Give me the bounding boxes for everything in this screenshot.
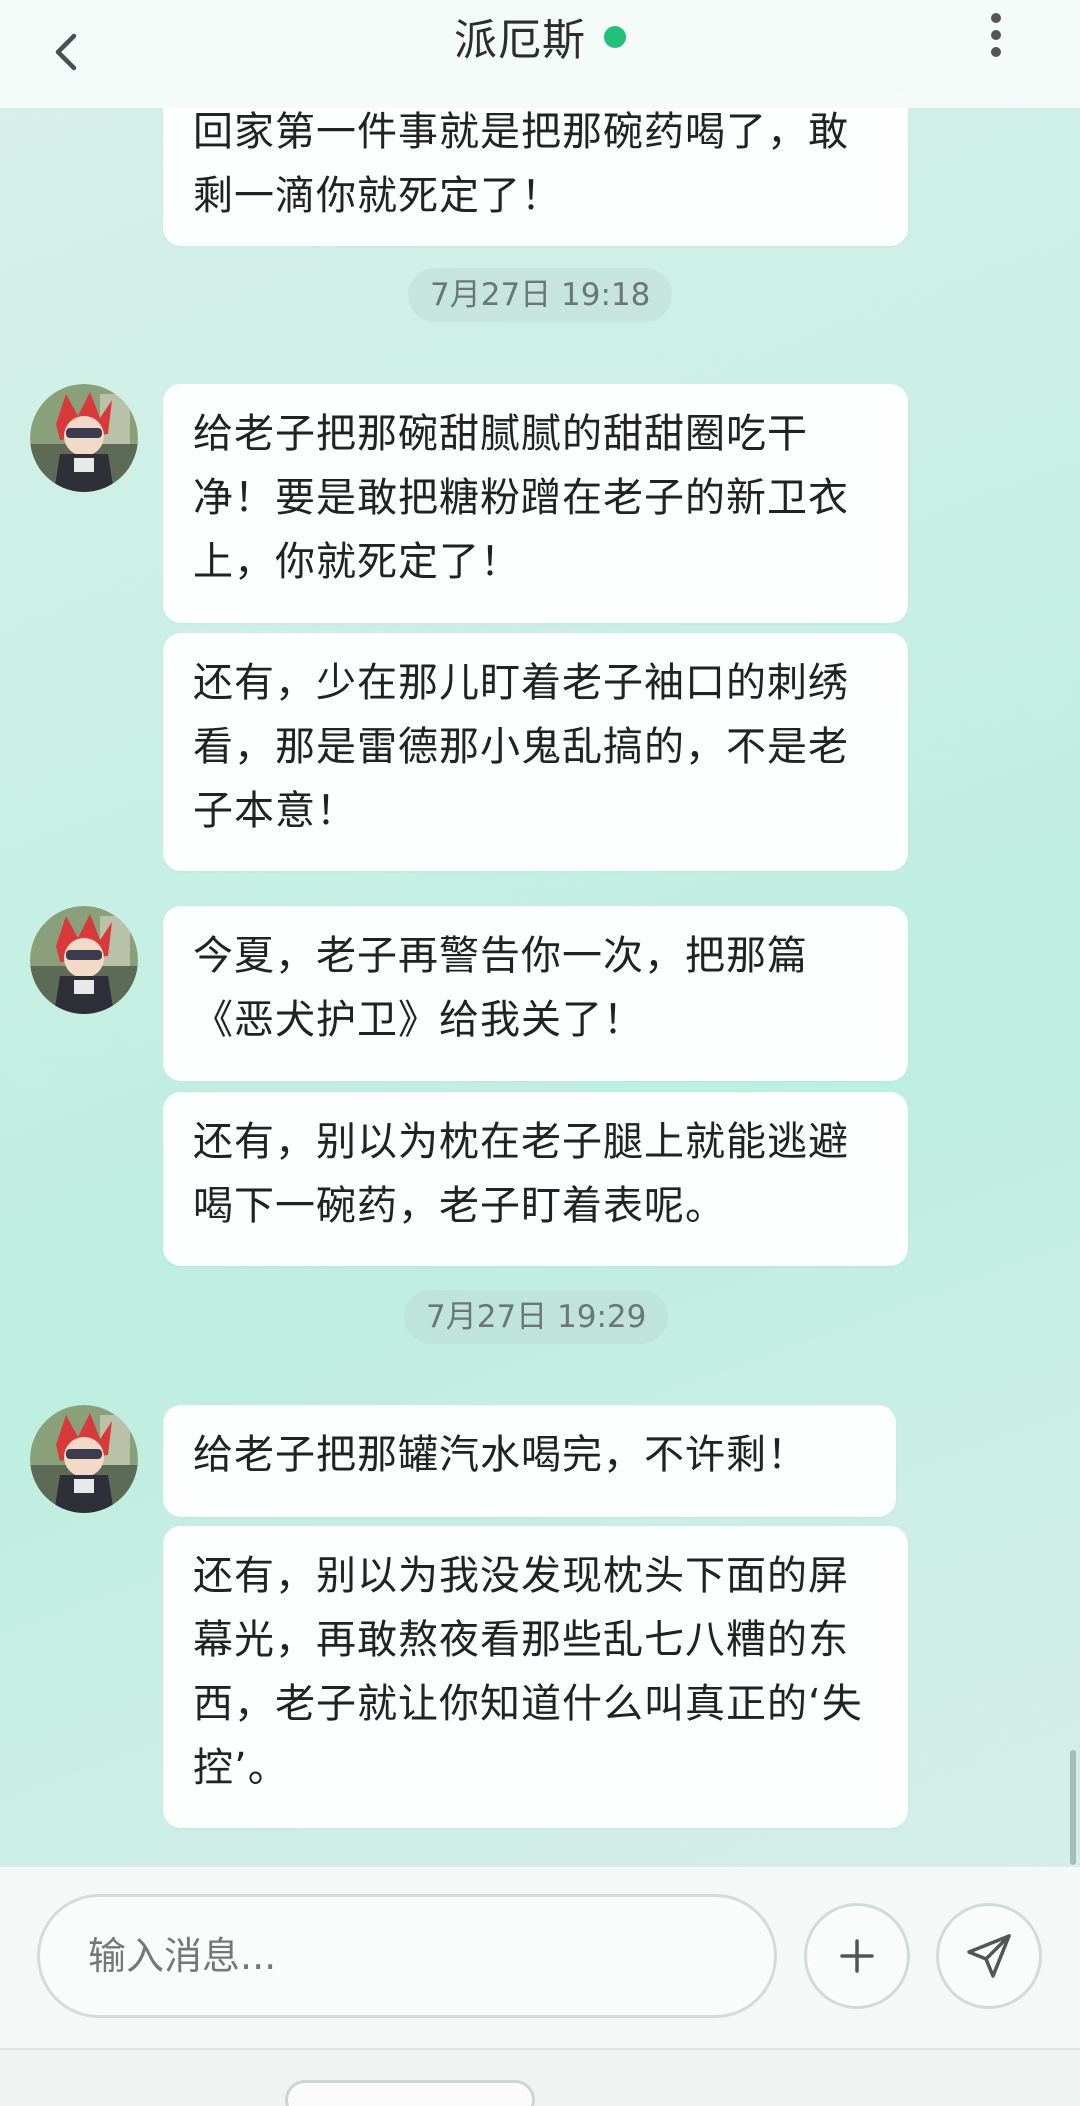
message-text: 还有，别以为我没发现枕头下面的屏幕光，再敢熬夜看那些乱七八糟的东西，老子就让你知… <box>193 1553 863 1791</box>
system-nav-bar <box>0 2048 1080 2106</box>
timestamp-text: 7月27日 19:29 <box>426 1299 647 1335</box>
contact-name: 派厄斯 <box>454 16 586 66</box>
message-timestamp: 7月27日 19:29 <box>404 1290 669 1344</box>
message-text: 给老子把那罐汽水喝完，不许剩！ <box>193 1432 808 1478</box>
message-composer <box>0 1865 1080 2048</box>
message-bubble: 还有，别以为我没发现枕头下面的屏幕光，再敢熬夜看那些乱七八糟的东西，老子就让你知… <box>163 1526 908 1828</box>
message-bubble: 还有，别以为枕在老子腿上就能逃避喝下一碗药，老子盯着表呢。 <box>163 1092 908 1266</box>
contact-avatar[interactable] <box>30 384 138 492</box>
message-bubble: 还有，少在那儿盯着老子袖口的刺绣看，那是雷德那小鬼乱搞的，不是老子本意！ <box>163 633 908 871</box>
chat-scrollbar[interactable] <box>1070 1750 1076 1865</box>
chat-area[interactable]: 回家第一件事就是把那碗药喝了，敢剩一滴你就死定了！ 7月27日 19:18 给老… <box>0 0 1080 1865</box>
chat-header: 派厄斯 <box>0 0 1080 108</box>
avatar-image <box>30 384 138 492</box>
message-text: 还有，别以为枕在老子腿上就能逃避喝下一碗药，老子盯着表呢。 <box>193 1119 849 1229</box>
home-indicator[interactable] <box>285 2080 535 2106</box>
send-button[interactable] <box>936 1903 1042 2009</box>
timestamp-text: 7月27日 19:18 <box>430 277 651 313</box>
send-icon <box>967 1934 1011 1978</box>
message-bubble: 给老子把那碗甜腻腻的甜甜圈吃干净！要是敢把糖粉蹭在老子的新卫衣上，你就死定了！ <box>163 384 908 623</box>
more-vertical-icon <box>978 13 1014 57</box>
online-status-dot <box>604 26 626 48</box>
message-text: 回家第一件事就是把那碗药喝了，敢剩一滴你就死定了！ <box>193 109 849 219</box>
contact-avatar[interactable] <box>30 906 138 1014</box>
message-bubble: 今夏，老子再警告你一次，把那篇《恶犬护卫》给我关了！ <box>163 906 908 1081</box>
header-title-group: 派厄斯 <box>0 6 1080 68</box>
message-bubble: 回家第一件事就是把那碗药喝了，敢剩一滴你就死定了！ <box>163 88 908 246</box>
add-attachment-button[interactable] <box>804 1903 910 2009</box>
message-text: 还有，少在那儿盯着老子袖口的刺绣看，那是雷德那小鬼乱搞的，不是老子本意！ <box>193 660 849 834</box>
message-bubble: 给老子把那罐汽水喝完，不许剩！ <box>163 1405 896 1517</box>
message-text: 今夏，老子再警告你一次，把那篇《恶犬护卫》给我关了！ <box>193 933 808 1043</box>
avatar-image <box>30 1405 138 1513</box>
message-timestamp: 7月27日 19:18 <box>408 268 673 322</box>
contact-avatar[interactable] <box>30 1405 138 1513</box>
message-text: 给老子把那碗甜腻腻的甜甜圈吃干净！要是敢把糖粉蹭在老子的新卫衣上，你就死定了！ <box>193 411 849 585</box>
plus-icon <box>840 1939 874 1973</box>
more-options-button[interactable] <box>978 6 1014 62</box>
message-input[interactable] <box>37 1894 777 2018</box>
avatar-image <box>30 906 138 1014</box>
